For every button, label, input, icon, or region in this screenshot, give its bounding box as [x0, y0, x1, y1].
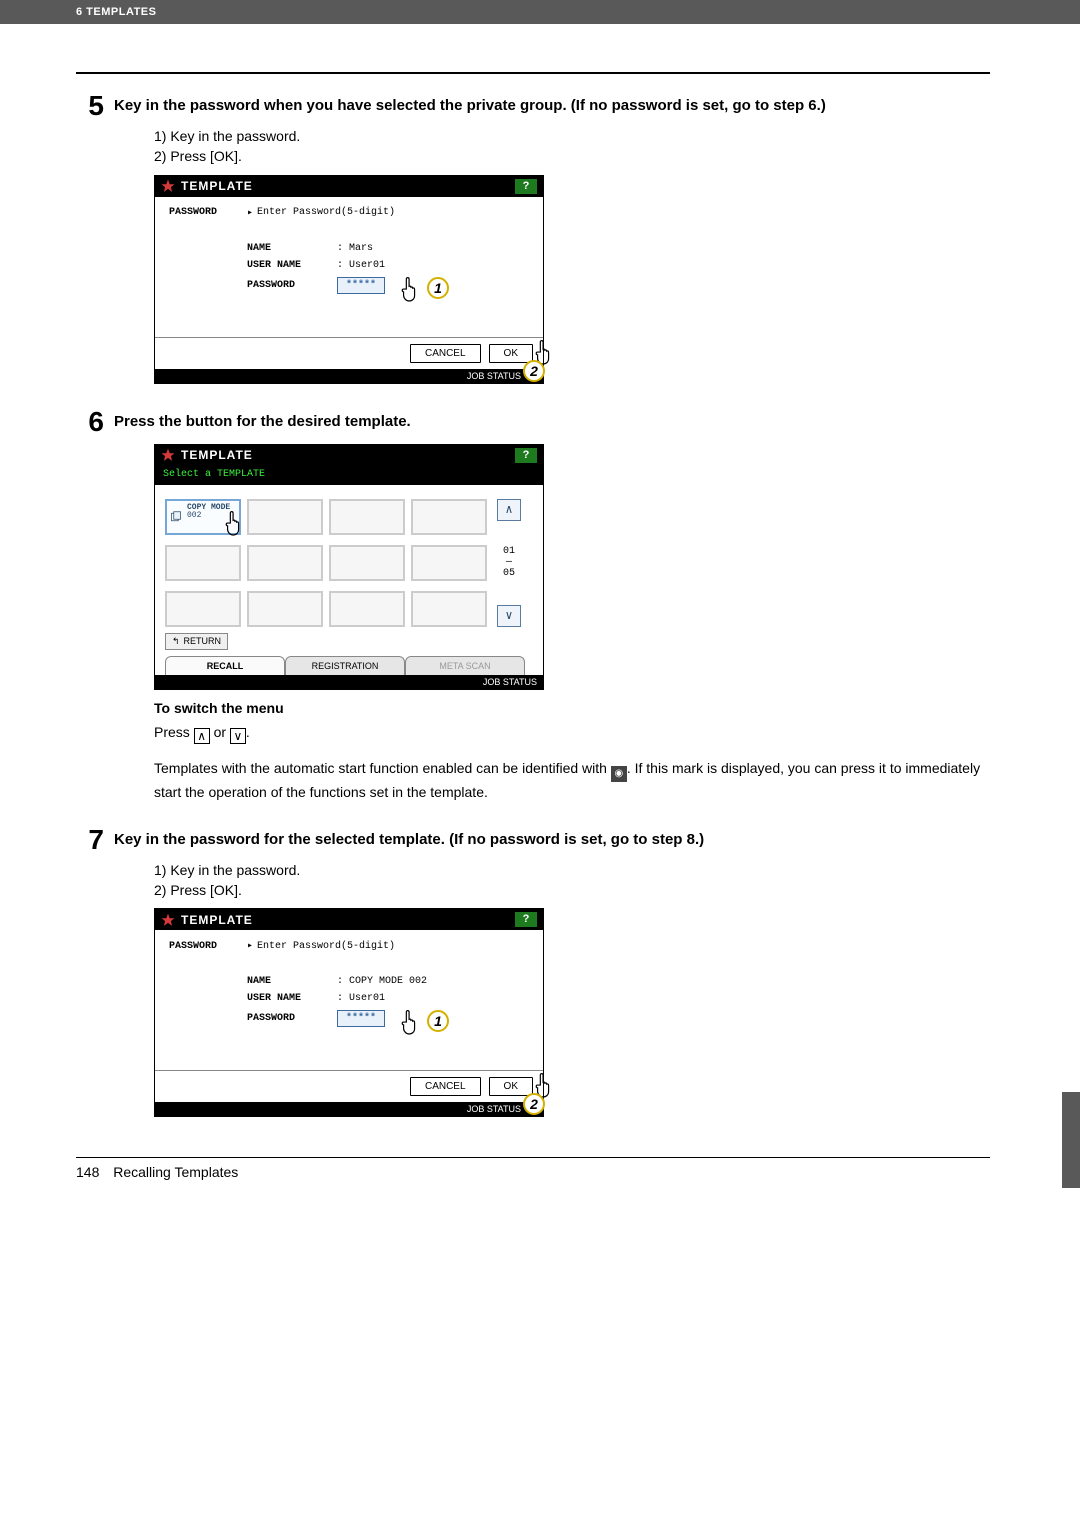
tab-recall[interactable]: RECALL — [165, 656, 285, 675]
template-slot-empty[interactable] — [411, 545, 487, 581]
auto-start-note: Templates with the automatic start funct… — [154, 758, 990, 802]
step-5-title: Key in the password when you have select… — [114, 92, 826, 116]
step-6-number: 6 — [76, 408, 104, 436]
template-slot-empty[interactable] — [165, 545, 241, 581]
top-rule — [76, 72, 990, 74]
panel1-title: TEMPLATE — [181, 179, 253, 193]
page-indicator: 01—05 — [497, 546, 521, 579]
panel1-side-label: PASSWORD — [169, 207, 247, 218]
thumb-tab — [1062, 1092, 1080, 1188]
panel3-name-value: : COPY MODE 002 — [337, 976, 427, 987]
job-status-button[interactable]: JOB STATUS — [467, 1104, 521, 1114]
tab-registration[interactable]: REGISTRATION — [285, 656, 405, 675]
panel3-name-label: NAME — [247, 976, 337, 987]
page-header: 6 TEMPLATES — [0, 0, 1080, 24]
callout-bubble-1: 1 — [427, 1010, 449, 1032]
help-button[interactable]: ? — [515, 179, 537, 194]
switch-menu-head: To switch the menu — [154, 700, 990, 716]
scroll-up-button[interactable]: ∧ — [497, 499, 521, 521]
callout-bubble-2: 2 — [523, 1093, 545, 1115]
template-slot-empty[interactable] — [329, 499, 405, 535]
page-number: 148 — [76, 1164, 99, 1180]
password-panel-2: TEMPLATE ? PASSWORD ▸ Enter Password(5-d… — [154, 908, 544, 1117]
panel2-subtitle: Select a TEMPLATE — [155, 466, 543, 485]
footer-rule — [76, 1157, 990, 1158]
step-7: 7 Key in the password for the selected t… — [76, 826, 990, 1118]
template-grid: COPY MODE 002 — [165, 499, 487, 627]
panel1-name-label: NAME — [247, 243, 337, 254]
ok-button[interactable]: OK — [489, 1077, 533, 1096]
page-footer: 148 Recalling Templates — [0, 1157, 1080, 1220]
help-button[interactable]: ? — [515, 912, 537, 927]
hand-icon — [399, 1010, 421, 1036]
auto-start-mark-icon: ◉ — [611, 766, 627, 782]
password-panel-1: TEMPLATE ? PASSWORD ▸ Enter Password(5-d… — [154, 175, 544, 384]
step-7-title: Key in the password for the selected tem… — [114, 826, 704, 850]
step-5-number: 5 — [76, 92, 104, 120]
switch-menu-text: Press ∧ or ∨. — [154, 722, 990, 744]
header-section: 6 TEMPLATES — [76, 6, 156, 18]
hand-icon — [399, 277, 421, 303]
step-7-sub1: 1) Key in the password. — [154, 860, 990, 880]
panel1-pw-label: PASSWORD — [247, 280, 337, 291]
step-5-sub1: 1) Key in the password. — [154, 126, 990, 146]
step-6-title: Press the button for the desired templat… — [114, 408, 411, 432]
template-slot-empty[interactable] — [247, 545, 323, 581]
step-6: 6 Press the button for the desired templ… — [76, 408, 990, 802]
panel2-title: TEMPLATE — [181, 448, 253, 462]
right-arrow-icon: ▸ — [247, 207, 253, 219]
template-slot-filled[interactable]: COPY MODE 002 — [165, 499, 241, 535]
panel1-user-value: : User01 — [337, 260, 385, 271]
password-input[interactable]: ***** — [337, 277, 385, 294]
template-slot-empty[interactable] — [411, 591, 487, 627]
template-slot-empty[interactable] — [165, 591, 241, 627]
step-5: 5 Key in the password when you have sele… — [76, 92, 990, 384]
template-picker-panel: TEMPLATE ? Select a TEMPLATE COPY MODE 0… — [154, 444, 544, 690]
up-key-icon: ∧ — [194, 728, 210, 744]
template-slot-line2: 002 — [187, 511, 201, 520]
step-5-sub2: 2) Press [OK]. — [154, 146, 990, 166]
content: 5 Key in the password when you have sele… — [0, 24, 1080, 1117]
template-slot-empty[interactable] — [411, 499, 487, 535]
panel1-user-label: USER NAME — [247, 260, 337, 271]
step-7-sub2: 2) Press [OK]. — [154, 880, 990, 900]
password-input[interactable]: ***** — [337, 1010, 385, 1027]
cancel-button[interactable]: CANCEL — [410, 344, 481, 363]
template-slot-empty[interactable] — [329, 545, 405, 581]
panel1-name-value: : Mars — [337, 243, 373, 254]
down-key-icon: ∨ — [230, 728, 246, 744]
star-icon — [161, 448, 175, 462]
step-7-number: 7 — [76, 826, 104, 854]
ok-button[interactable]: OK — [489, 344, 533, 363]
callout-bubble-2: 2 — [523, 360, 545, 382]
star-icon — [161, 179, 175, 193]
tab-meta-scan[interactable]: META SCAN — [405, 656, 525, 675]
panel3-user-label: USER NAME — [247, 993, 337, 1004]
footer-title: Recalling Templates — [113, 1164, 238, 1180]
help-button[interactable]: ? — [515, 448, 537, 463]
callout-bubble-1: 1 — [427, 277, 449, 299]
job-status-button[interactable]: JOB STATUS — [483, 677, 537, 687]
return-button[interactable]: ↰ RETURN — [165, 633, 228, 650]
panel3-title: TEMPLATE — [181, 913, 253, 927]
return-arrow-icon: ↰ — [172, 636, 180, 647]
template-slot-line1: COPY MODE — [187, 503, 230, 512]
scroll-down-button[interactable]: ∨ — [497, 605, 521, 627]
template-slot-empty[interactable] — [329, 591, 405, 627]
panel3-user-value: : User01 — [337, 993, 385, 1004]
star-icon — [161, 913, 175, 927]
template-slot-empty[interactable] — [247, 499, 323, 535]
panel3-side-label: PASSWORD — [169, 941, 247, 952]
template-icon — [170, 511, 182, 523]
panel3-pw-label: PASSWORD — [247, 1013, 337, 1024]
panel1-prompt: Enter Password(5-digit) — [257, 207, 395, 218]
job-status-button[interactable]: JOB STATUS — [467, 371, 521, 381]
cancel-button[interactable]: CANCEL — [410, 1077, 481, 1096]
template-slot-empty[interactable] — [247, 591, 323, 627]
right-arrow-icon: ▸ — [247, 940, 253, 952]
panel3-prompt: Enter Password(5-digit) — [257, 941, 395, 952]
